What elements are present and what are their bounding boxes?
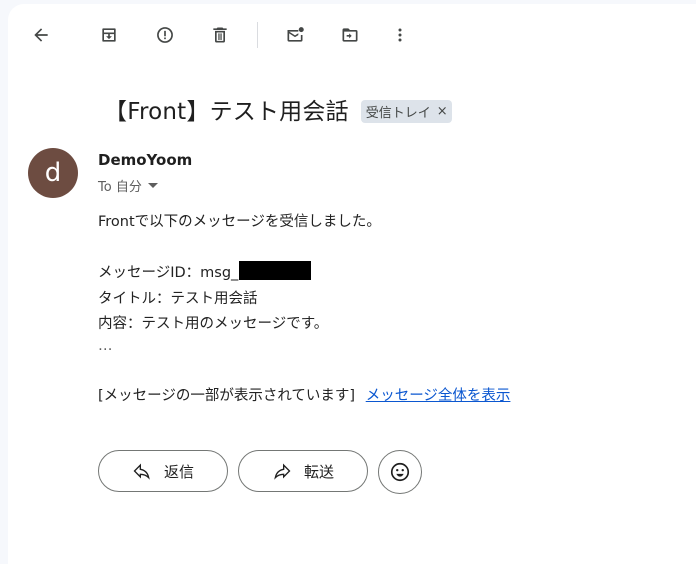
archive-icon[interactable] <box>92 18 126 52</box>
recipient-text: To 自分 <box>98 180 142 195</box>
reply-label: 返信 <box>163 462 194 481</box>
toolbar-divider <box>257 22 258 48</box>
body-intro: Frontで以下のメッセージを受信しました。 <box>98 214 381 230</box>
body-ellipsis: … <box>98 338 113 354</box>
message-id-label: メッセージID：msg_ <box>98 265 239 281</box>
chevron-down-icon <box>147 183 158 188</box>
reply-button[interactable]: 返信 <box>98 450 228 492</box>
body-content: 内容：テスト用のメッセージです。 <box>98 316 329 332</box>
forward-button[interactable]: 転送 <box>238 450 368 492</box>
forward-label: 転送 <box>303 462 334 481</box>
mark-unread-icon[interactable] <box>278 18 312 52</box>
inbox-label-chip: 受信トレイ × <box>360 99 452 123</box>
smiley-icon <box>390 462 410 482</box>
avatar[interactable]: d <box>28 148 78 198</box>
redacted-block <box>239 261 312 280</box>
body-title: タイトル：テスト用会話 <box>98 291 258 307</box>
back-arrow-icon[interactable] <box>24 18 58 52</box>
clipped-notice: [メッセージの一部が表示されています] メッセージ全体を表示 <box>98 384 510 405</box>
clipped-note-text: [メッセージの一部が表示されています] <box>98 388 356 404</box>
remove-label-icon[interactable]: × <box>437 104 448 119</box>
delete-icon[interactable] <box>203 18 237 52</box>
view-full-message-link[interactable]: メッセージ全体を表示 <box>366 388 511 404</box>
more-vert-icon[interactable] <box>383 18 417 52</box>
recipient-toggle[interactable]: To 自分 <box>98 176 158 195</box>
report-spam-icon[interactable] <box>148 18 182 52</box>
subject-row: 【Front】テスト用会話 受信トレイ × <box>104 89 452 129</box>
move-to-icon[interactable] <box>333 18 367 52</box>
toolbar <box>8 4 696 60</box>
emoji-reaction-button[interactable] <box>378 450 422 494</box>
forward-icon <box>274 463 291 480</box>
reply-icon <box>133 463 150 480</box>
label-text: 受信トレイ <box>365 105 431 121</box>
sender-name: DemoYoom <box>98 151 193 169</box>
email-view: 【Front】テスト用会話 受信トレイ × d DemoYoom To 自分 F… <box>8 4 696 564</box>
body-message-id: メッセージID：msg_ <box>98 261 312 282</box>
email-subject: 【Front】テスト用会話 <box>104 99 349 125</box>
